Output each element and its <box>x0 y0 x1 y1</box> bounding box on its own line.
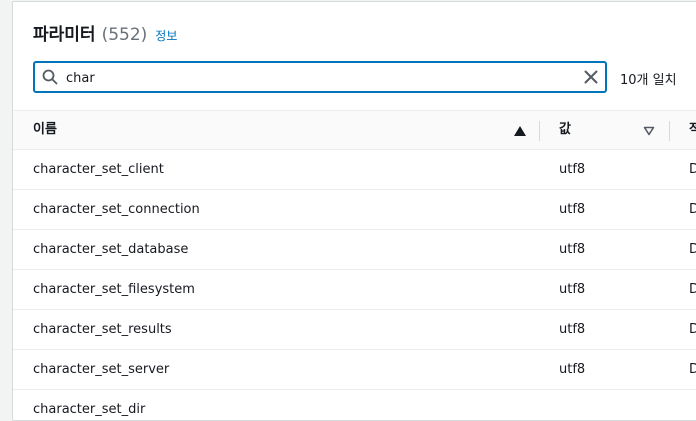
parameter-name: character_set_database <box>33 242 189 257</box>
table-header: 이름 값 적 <box>13 110 696 150</box>
search-icon <box>42 69 58 85</box>
table-row[interactable]: character_set_filesystem utf8 D <box>13 270 696 310</box>
parameter-col3: D <box>689 270 696 309</box>
match-count: 10개 일치 <box>620 73 677 88</box>
parameter-value: utf8 <box>559 282 586 297</box>
parameter-count: (552) <box>101 25 148 45</box>
column-divider[interactable] <box>539 121 540 141</box>
parameter-name: character_set_results <box>33 322 172 337</box>
table-row[interactable]: character_set_results utf8 D <box>13 310 696 350</box>
table-row[interactable]: character_set_server utf8 D <box>13 350 696 390</box>
column-header-apply-type[interactable]: 적 <box>689 111 696 149</box>
info-link[interactable]: 정보 <box>155 27 177 44</box>
parameter-name: character_set_client <box>33 162 164 177</box>
table-row[interactable]: character_set_connection utf8 D <box>13 190 696 230</box>
panel-header: 파라미터 (552) 정보 <box>33 20 177 46</box>
search-field[interactable] <box>33 61 607 93</box>
parameters-panel: 파라미터 (552) 정보 10개 일치 이름 값 적 character_se… <box>12 1 696 421</box>
table-row[interactable]: character_set_database utf8 D <box>13 230 696 270</box>
parameter-name: character_set_filesystem <box>33 282 195 297</box>
column-divider[interactable] <box>669 121 670 141</box>
table-row[interactable]: character_set_client utf8 D <box>13 150 696 190</box>
column-header-name[interactable]: 이름 <box>33 111 533 149</box>
parameter-value: utf8 <box>559 162 586 177</box>
parameter-col3: D <box>689 150 696 189</box>
parameter-col3: D <box>689 190 696 229</box>
search-input[interactable] <box>66 67 566 89</box>
parameter-value: utf8 <box>559 242 586 257</box>
page-title: 파라미터 <box>33 25 96 45</box>
parameter-value: utf8 <box>559 322 586 337</box>
parameter-col3: D <box>689 310 696 349</box>
close-icon[interactable] <box>584 70 598 84</box>
parameter-value: utf8 <box>559 202 586 217</box>
parameter-name: character_set_connection <box>33 202 200 217</box>
parameter-value: utf8 <box>559 362 586 377</box>
parameter-col3: D <box>689 230 696 269</box>
sort-ascending-icon[interactable] <box>514 126 526 136</box>
sort-icon[interactable] <box>643 126 655 136</box>
parameter-col3: D <box>689 350 696 389</box>
parameter-name: character_set_server <box>33 362 170 377</box>
